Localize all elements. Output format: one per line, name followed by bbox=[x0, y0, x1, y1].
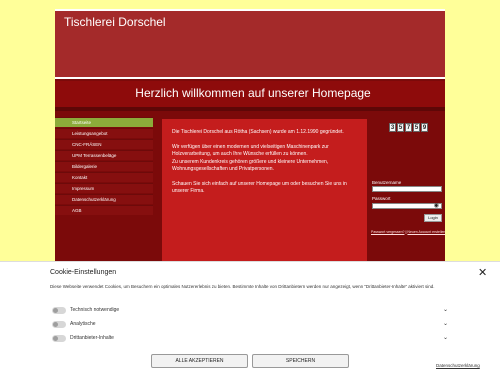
content-paragraph: Wir verfügen über einen modernen und vie… bbox=[172, 144, 357, 174]
chevron-down-icon[interactable]: ⌄ bbox=[443, 306, 448, 313]
content-text: Zu unserem Kundenkreis gehören größere u… bbox=[172, 158, 329, 173]
toggle-third-party[interactable] bbox=[52, 335, 66, 342]
close-icon[interactable]: ✕ bbox=[478, 266, 487, 279]
forgot-password-link[interactable]: Passwort vergessen? bbox=[371, 230, 404, 234]
nav-item-impressum[interactable]: Impressum bbox=[55, 183, 153, 193]
content-paragraph: Die Tischlerei Dorschel aus Rötha (Sachs… bbox=[172, 129, 344, 135]
cookie-row-label: Technisch notwendige bbox=[70, 307, 120, 313]
username-label: Benutzername bbox=[372, 180, 402, 185]
counter-digit: 9 bbox=[421, 123, 428, 132]
site-header: Tischlerei Dorschel bbox=[55, 9, 445, 79]
nav-item-leistungsangebot[interactable]: Leistungsangebot bbox=[55, 128, 153, 138]
content-paragraph: Schauen Sie sich einfach auf unserer Hom… bbox=[172, 180, 347, 195]
nav-item-bildergalerie[interactable]: Bildergalerie bbox=[55, 161, 153, 171]
counter-digit: 7 bbox=[405, 123, 412, 132]
nav-item-startseite[interactable]: Startseite bbox=[55, 117, 153, 127]
cookie-row-analytics[interactable]: Analytische ⌄ bbox=[52, 320, 448, 330]
chevron-down-icon[interactable]: ⌄ bbox=[443, 320, 448, 327]
password-input[interactable]: ◉ bbox=[372, 203, 442, 209]
nav-item-agb[interactable]: AGB bbox=[55, 205, 153, 215]
nav-item-cnc-fraesen[interactable]: CNC-FRÄSEN bbox=[55, 139, 153, 149]
counter-digit: 5 bbox=[413, 123, 420, 132]
create-account-link[interactable]: Neuen Account erstellen bbox=[407, 230, 445, 234]
counter-digit: 3 bbox=[389, 123, 396, 132]
cookie-row-label: Analytische bbox=[70, 321, 96, 327]
nav-item-upm-terrassenbelaege[interactable]: UPM Terrassenbeläge bbox=[55, 150, 153, 160]
toggle-analytics[interactable] bbox=[52, 321, 66, 328]
username-input[interactable] bbox=[372, 186, 442, 192]
site-title: Tischlerei Dorschel bbox=[64, 15, 166, 29]
visitor-counter: 3 5 7 5 9 bbox=[389, 123, 428, 132]
right-sidebar: 3 5 7 5 9 Benutzername Passwort ◉ Login … bbox=[369, 117, 445, 272]
chevron-down-icon[interactable]: ⌄ bbox=[443, 334, 448, 341]
nav-item-kontakt[interactable]: Kontakt bbox=[55, 172, 153, 182]
cookie-panel: Cookie-Einstellungen ✕ Diese Webseite ve… bbox=[0, 261, 500, 375]
counter-digit: 5 bbox=[397, 123, 404, 132]
divider bbox=[55, 107, 445, 111]
cookie-description: Diese Webseite verwendet Cookies, um Bes… bbox=[50, 284, 435, 289]
site-container: Tischlerei Dorschel Herzlich willkommen … bbox=[55, 9, 445, 274]
accept-all-button[interactable]: ALLE AKZEPTIEREN bbox=[151, 354, 248, 368]
login-button[interactable]: Login bbox=[424, 214, 442, 222]
content-text: Wir verfügen über einen modernen und vie… bbox=[172, 143, 329, 158]
account-links: Passwort vergessen? | Neuen Account erst… bbox=[371, 230, 445, 234]
sidebar-nav: Startseite Leistungsangebot CNC-FRÄSEN U… bbox=[55, 117, 153, 216]
welcome-heading: Herzlich willkommen auf unserer Homepage bbox=[135, 86, 371, 100]
cookie-row-technical[interactable]: Technisch notwendige ⌄ bbox=[52, 306, 448, 316]
nav-item-datenschutz[interactable]: Datenschutzerklärung bbox=[55, 194, 153, 204]
cookie-title: Cookie-Einstellungen bbox=[50, 269, 117, 276]
eye-icon[interactable]: ◉ bbox=[434, 202, 439, 209]
main-content: Die Tischlerei Dorschel aus Rötha (Sachs… bbox=[162, 119, 367, 274]
toggle-technical[interactable] bbox=[52, 307, 66, 314]
save-button[interactable]: SPEICHERN bbox=[252, 354, 349, 368]
privacy-link[interactable]: Datenschutzerklärung bbox=[436, 363, 480, 368]
password-label: Passwort bbox=[372, 196, 391, 201]
welcome-bar: Herzlich willkommen auf unserer Homepage bbox=[55, 81, 445, 107]
cookie-row-third-party[interactable]: Drittanbieter-Inhalte ⌄ bbox=[52, 334, 448, 344]
cookie-row-label: Drittanbieter-Inhalte bbox=[70, 335, 114, 341]
